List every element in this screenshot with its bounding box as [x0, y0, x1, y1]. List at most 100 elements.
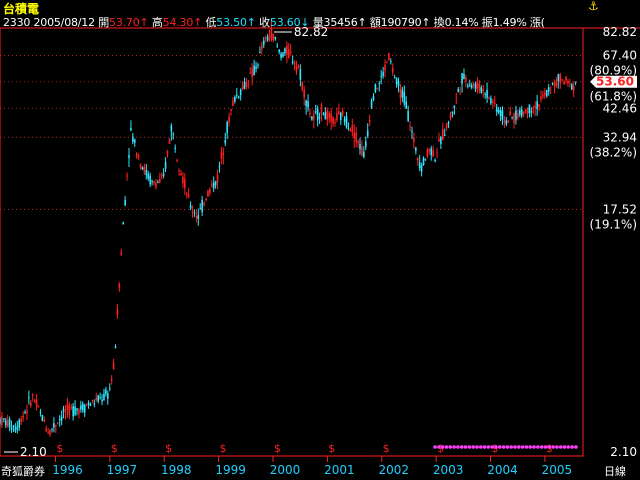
x-tick-label: 2001: [324, 463, 355, 477]
chart-frame: [0, 27, 584, 457]
y-tick-label: 2.10: [610, 445, 637, 459]
x-tick-label: 2003: [433, 463, 464, 477]
candle-body: [542, 95, 544, 97]
signal-dot: [448, 445, 453, 449]
quote-label: 量: [309, 16, 324, 29]
candle-body: [339, 112, 342, 121]
quote-line: 2330 2005/08/12 開53.70↑ 高54.30↑ 低53.50↑ …: [3, 14, 545, 30]
candle-body: [124, 200, 126, 206]
candle-body: [370, 100, 373, 108]
candle-body: [490, 98, 492, 104]
candle-body: [349, 129, 352, 132]
candle-body: [116, 308, 119, 316]
candle-body: [401, 89, 404, 98]
candle-body: [532, 111, 535, 113]
price-chart[interactable]: 82.8267.40(80.9%)51.38(61.8%)42.4632.94(…: [0, 0, 640, 480]
candle-body: [261, 45, 263, 50]
candle-body: [182, 176, 184, 184]
candle-body: [447, 121, 450, 124]
candle-body: [418, 162, 421, 169]
candle-body: [170, 125, 173, 132]
candle-body: [232, 100, 234, 107]
candle-body: [247, 84, 250, 86]
period-label[interactable]: 日線: [604, 463, 626, 479]
candle-body: [465, 77, 467, 82]
signal-dot: [543, 445, 548, 449]
anchor-icon[interactable]: ⚓: [588, 0, 599, 13]
signal-dot: [513, 445, 517, 449]
signal-dot: [494, 445, 498, 449]
candle-body: [197, 215, 200, 220]
candle-body: [180, 173, 182, 176]
candle-body: [519, 110, 521, 115]
candle-body: [295, 65, 298, 73]
candle-body: [567, 80, 569, 84]
candle-body: [224, 139, 227, 144]
signal-dot: [444, 445, 449, 449]
candle-body: [549, 92, 552, 94]
quote-label: 換: [430, 16, 445, 29]
candle-body: [428, 149, 431, 152]
x-tick-label: 1996: [52, 463, 83, 477]
candle-body: [245, 81, 248, 87]
candle-body: [520, 109, 523, 116]
candle-body: [230, 109, 232, 111]
quote-value: 1.49%: [492, 16, 527, 29]
candle-body: [420, 165, 423, 172]
signal-dot: [452, 445, 456, 449]
candle-body: [222, 153, 225, 155]
candle-body: [274, 37, 277, 39]
candle-body: [257, 64, 259, 66]
dividend-marker: $: [219, 442, 226, 455]
quote-value: 53.50↑: [216, 16, 256, 29]
candle-body: [164, 162, 167, 169]
quote-label: 額: [366, 16, 381, 29]
candle-body: [56, 423, 59, 425]
y-tick-pct: (38.2%): [590, 145, 637, 159]
signal-dot: [536, 445, 540, 449]
candle-body: [24, 411, 26, 413]
signal-dot: [456, 445, 460, 449]
signal-dot: [459, 445, 464, 449]
candle-body: [155, 183, 157, 188]
candle-body: [176, 160, 178, 162]
candle-body: [314, 111, 317, 113]
dividend-marker: $: [383, 442, 390, 455]
candle-body: [58, 419, 61, 421]
candle-body: [91, 399, 94, 401]
candle-body: [388, 53, 390, 61]
candle-body: [228, 116, 230, 123]
signal-dot: [547, 445, 552, 449]
candle-body: [293, 63, 296, 65]
candle-body: [499, 109, 502, 117]
candle-body: [62, 408, 65, 412]
candle-body: [361, 146, 363, 156]
candle-body: [324, 112, 327, 120]
candle-body: [368, 119, 371, 122]
x-tick-label: 2005: [542, 463, 573, 477]
y-tick-label: 32.94: [603, 130, 637, 144]
code-date: 2330 2005/08/12: [3, 16, 95, 29]
candle-body: [99, 397, 101, 399]
candle-body: [330, 113, 332, 122]
quote-value: 190790↑: [380, 16, 431, 29]
candle-body: [195, 215, 198, 218]
candle-body: [191, 211, 194, 213]
candle-body: [266, 36, 269, 41]
signal-dot: [471, 445, 475, 449]
candle-body: [445, 123, 448, 128]
candle-body: [14, 428, 17, 432]
signal-dot: [532, 445, 536, 449]
candle-body: [4, 420, 7, 426]
candle-body: [80, 405, 82, 410]
candle-body: [384, 64, 386, 71]
candle-body: [108, 388, 111, 390]
candle-body: [60, 416, 63, 421]
quote-label: 高: [148, 16, 163, 29]
candle-body: [545, 89, 548, 97]
candle-body: [220, 152, 223, 159]
candle-body: [280, 53, 282, 58]
candle-body: [313, 114, 315, 120]
signal-dot: [478, 445, 483, 449]
candle-body: [103, 393, 105, 400]
